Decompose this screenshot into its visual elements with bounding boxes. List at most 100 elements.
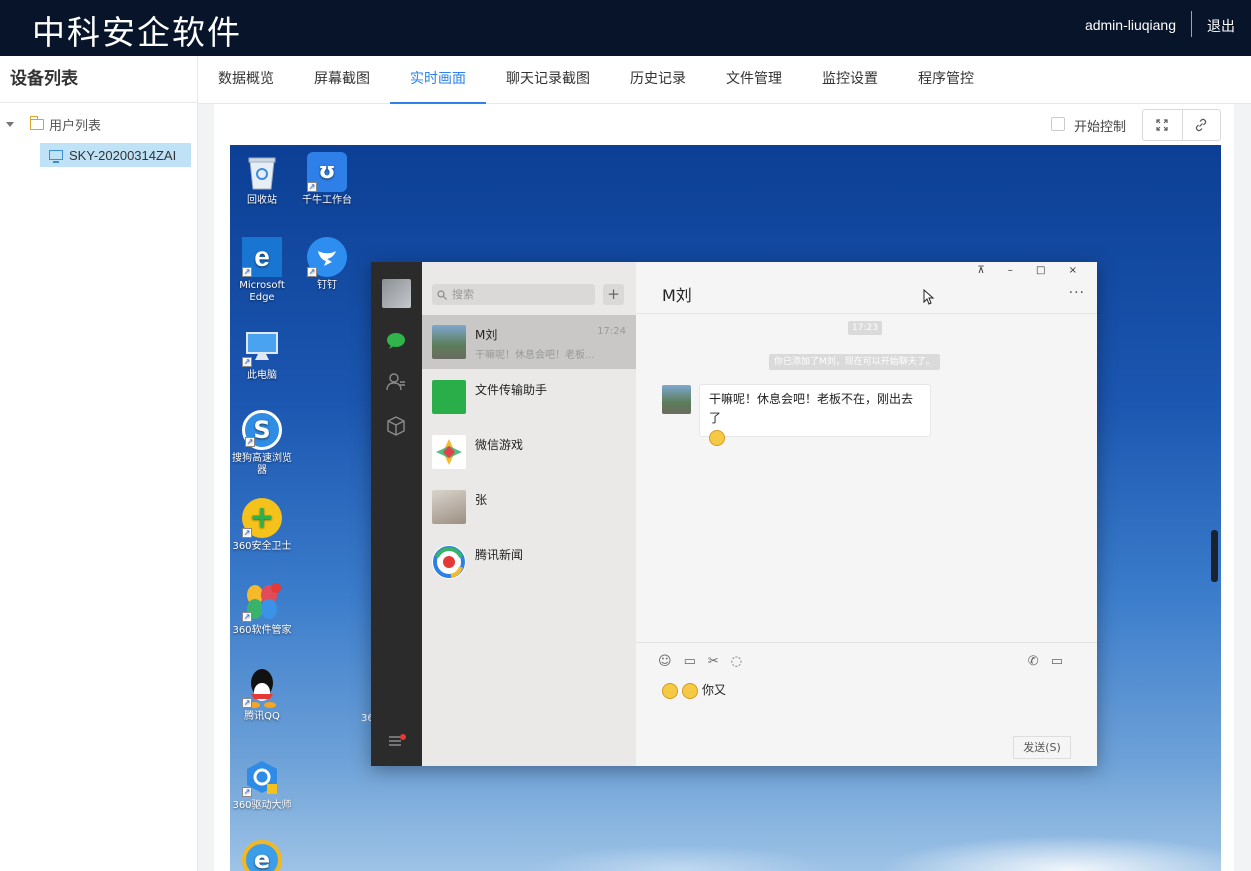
desktop-icon-label: 搜狗高速浏览器 bbox=[232, 453, 292, 476]
caret-down-icon[interactable] bbox=[6, 121, 14, 127]
call-toolbar: ✆▭ bbox=[1028, 654, 1075, 669]
conversation-item[interactable]: 腾讯新闻 bbox=[422, 535, 636, 589]
desktop-icon[interactable]: + ↗ 360安全卫士 bbox=[230, 498, 294, 553]
emoji-icon bbox=[682, 682, 698, 699]
draft-text: 你又 bbox=[702, 683, 727, 697]
wallpaper-cloud bbox=[880, 835, 1221, 871]
desktop-icon-label: 钉钉 bbox=[317, 280, 337, 291]
desktop-icon-label: Microsoft Edge bbox=[239, 280, 285, 303]
tab-monitor-settings[interactable]: 监控设置 bbox=[802, 56, 898, 104]
device-label: SKY-20200314ZAI bbox=[69, 147, 177, 163]
desktop-icon[interactable]: ʊ ↗ 千牛工作台 bbox=[295, 152, 359, 207]
message-input-area[interactable]: ☺▭✂◌ ✆▭ 你又 发送(S) bbox=[636, 642, 1097, 766]
tab-program-control[interactable]: 程序管控 bbox=[898, 56, 994, 104]
tab-data-overview[interactable]: 数据概览 bbox=[198, 56, 294, 104]
fullscreen-button[interactable] bbox=[1143, 110, 1182, 140]
game-icon bbox=[432, 435, 466, 469]
add-button[interactable]: + bbox=[603, 284, 624, 305]
contacts-icon[interactable] bbox=[386, 373, 406, 391]
contact-name: 张 bbox=[475, 493, 488, 507]
conversation-item[interactable]: 张 bbox=[422, 480, 636, 534]
send-button[interactable]: 发送(S) bbox=[1013, 736, 1071, 759]
remote-screen[interactable]: 回收站 ʊ ↗ 千牛工作台 e ↗ Microsoft Edge ↗ 钉钉 ↗ 此电… bbox=[230, 145, 1221, 871]
video-call-icon[interactable]: ▭ bbox=[1051, 654, 1075, 669]
message-text: 干嘛呢！休息会吧！老板不在，刚出去了 bbox=[709, 392, 914, 425]
computer-icon: ↗ bbox=[242, 327, 282, 367]
desktop-icon[interactable]: ↗ 钉钉 bbox=[295, 237, 359, 292]
tab-history[interactable]: 历史记录 bbox=[610, 56, 706, 104]
news-icon bbox=[432, 545, 466, 579]
conversation-item[interactable]: 微信游戏 bbox=[422, 425, 636, 479]
desktop-icon[interactable]: ↗ 此电脑 bbox=[230, 327, 294, 382]
contact-avatar bbox=[432, 325, 466, 359]
contact-avatar bbox=[432, 490, 466, 524]
dingtalk-icon: ↗ bbox=[307, 237, 347, 277]
desktop-icon-label: 360驱动大师 bbox=[232, 800, 292, 811]
chat-panel: M刘 ⊼ – □ × ··· 17:23 你已添加了M刘，现在可以开始聊天了。 … bbox=[636, 262, 1097, 766]
device-list-title: 设备列表 bbox=[0, 56, 197, 103]
desktop-icon-label: 腾讯QQ bbox=[244, 711, 280, 722]
qq-icon: ↗ bbox=[242, 668, 282, 708]
qianniu-icon: ʊ ↗ bbox=[307, 152, 347, 192]
system-message: 你已添加了M刘，现在可以开始聊天了。 bbox=[769, 354, 940, 370]
logout-link[interactable]: 退出 bbox=[1207, 16, 1235, 36]
tree-root-user-list[interactable]: 用户列表 bbox=[6, 114, 101, 134]
conversation-item[interactable]: M刘 17:24 干嘛呢！休息会吧！老板... bbox=[422, 315, 636, 369]
emoji-icon bbox=[709, 429, 725, 446]
desktop-icon[interactable]: ↗ 腾讯QQ bbox=[230, 668, 294, 723]
phone-icon[interactable]: ✆ bbox=[1028, 654, 1051, 669]
wallpaper-cloud bbox=[530, 845, 830, 871]
view-button-group bbox=[1142, 109, 1221, 141]
window-controls[interactable]: ⊼ – □ × bbox=[977, 265, 1087, 276]
tab-file-management[interactable]: 文件管理 bbox=[706, 56, 802, 104]
360-software-icon: ↗ bbox=[242, 582, 282, 622]
desktop-icon[interactable]: ↗ 360软件管家 bbox=[230, 582, 294, 637]
conversation-list: 搜索 + M刘 17:24 干嘛呢！休息会吧！老板... 文件传输助手 微信游戏 bbox=[422, 262, 636, 766]
desktop-icon[interactable]: ↗ 360驱动大师 bbox=[230, 757, 294, 812]
folder-icon bbox=[30, 115, 44, 130]
contact-name: 微信游戏 bbox=[475, 438, 524, 452]
folder-icon[interactable]: ▭ bbox=[684, 654, 708, 669]
last-message-preview: 干嘛呢！休息会吧！老板... bbox=[475, 350, 595, 361]
360-security-icon: + ↗ bbox=[242, 498, 282, 538]
username[interactable]: admin-liuqiang bbox=[1085, 17, 1176, 33]
desktop-icon[interactable]: 回收站 bbox=[230, 152, 294, 207]
app-brand: 中科安企软件 bbox=[32, 13, 242, 52]
tree-node-device[interactable]: SKY-20200314ZAI bbox=[40, 143, 191, 167]
contact-name: M刘 bbox=[475, 328, 498, 342]
chat-icon[interactable] bbox=[386, 332, 406, 350]
desktop-icon[interactable]: e bbox=[230, 840, 294, 871]
start-control-checkbox[interactable] bbox=[1051, 117, 1065, 131]
comment-icon[interactable]: ◌ bbox=[731, 654, 754, 669]
tab-chat-screenshots[interactable]: 聊天记录截图 bbox=[486, 56, 610, 104]
emoji-picker-icon[interactable]: ☺ bbox=[658, 654, 684, 669]
tab-screenshots[interactable]: 屏幕截图 bbox=[294, 56, 390, 104]
cube-icon[interactable] bbox=[386, 416, 406, 436]
contact-name: 腾讯新闻 bbox=[475, 548, 524, 562]
wechat-window[interactable]: 搜索 + M刘 17:24 干嘛呢！休息会吧！老板... 文件传输助手 微信游戏 bbox=[371, 262, 1097, 766]
tab-live-view[interactable]: 实时画面 bbox=[390, 56, 486, 104]
scissors-icon[interactable]: ✂ bbox=[708, 654, 731, 669]
message-draft[interactable]: 你又 bbox=[662, 681, 726, 699]
input-toolbar: ☺▭✂◌ bbox=[658, 654, 754, 669]
unlink-icon bbox=[1196, 118, 1207, 132]
emoji-icon bbox=[662, 682, 678, 699]
conversation-item[interactable]: 文件传输助手 bbox=[422, 370, 636, 424]
desktop-icon[interactable]: e ↗ Microsoft Edge bbox=[230, 237, 294, 304]
desktop-icon[interactable]: S ↗ 搜狗高速浏览器 bbox=[230, 410, 294, 477]
search-input[interactable]: 搜索 bbox=[432, 284, 595, 305]
ie-browser-icon: e bbox=[242, 840, 282, 871]
sender-avatar[interactable] bbox=[662, 385, 691, 414]
contact-name: 文件传输助手 bbox=[475, 383, 548, 397]
wechat-sidebar bbox=[371, 262, 422, 766]
message-bubble: 干嘛呢！休息会吧！老板不在，刚出去了 bbox=[699, 384, 931, 446]
menu-icon[interactable] bbox=[388, 734, 406, 748]
tree-root-label: 用户列表 bbox=[49, 118, 102, 134]
disconnect-button[interactable] bbox=[1181, 110, 1221, 140]
more-options-icon[interactable]: ··· bbox=[1069, 285, 1085, 301]
mouse-cursor-icon bbox=[923, 289, 935, 305]
scrollbar-thumb[interactable] bbox=[1211, 530, 1218, 582]
user-avatar[interactable] bbox=[382, 279, 411, 308]
start-control-label[interactable]: 开始控制 bbox=[1074, 116, 1126, 135]
edge-icon: e ↗ bbox=[242, 237, 282, 277]
